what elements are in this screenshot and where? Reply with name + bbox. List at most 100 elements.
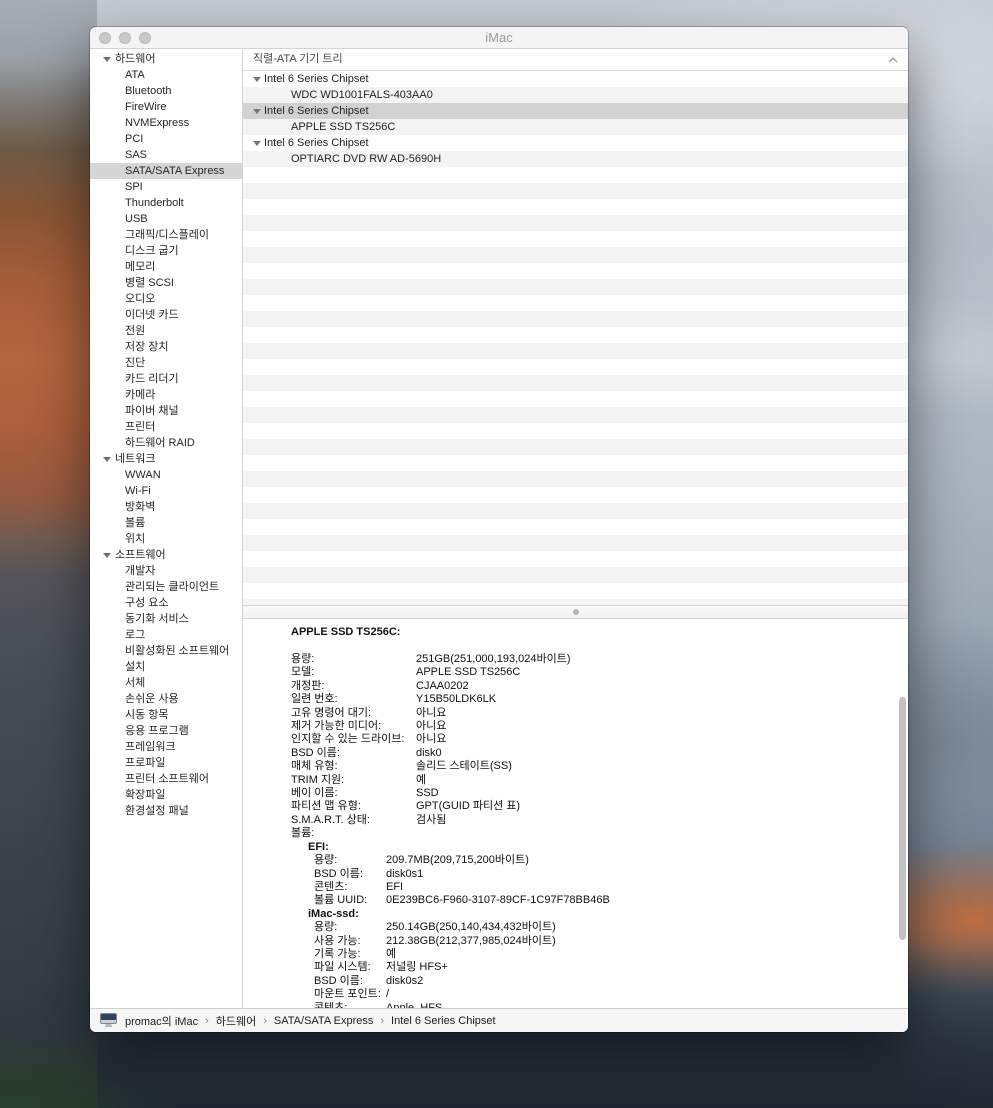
detail-label: BSD 이름: <box>314 868 386 881</box>
sidebar-item[interactable]: 카드 리더기 <box>90 371 242 387</box>
window-title: iMac <box>90 27 908 48</box>
tree-row[interactable]: APPLE SSD TS256C <box>243 119 908 135</box>
sidebar-item[interactable]: Thunderbolt <box>90 195 242 211</box>
detail-label: BSD 이름: <box>314 975 386 988</box>
sidebar-item[interactable]: SAS <box>90 147 242 163</box>
detail-row: 콘텐츠:Apple_HFS <box>314 1002 888 1008</box>
detail-row: S.M.A.R.T. 상태:검사됨 <box>291 814 888 827</box>
titlebar[interactable]: iMac <box>90 27 908 49</box>
tree-row[interactable]: OPTIARC DVD RW AD-5690H <box>243 151 908 167</box>
tree-row[interactable]: Intel 6 Series Chipset <box>243 71 908 87</box>
sidebar-item[interactable]: 프레임워크 <box>90 739 242 755</box>
sidebar-item[interactable]: 로그 <box>90 627 242 643</box>
detail-label: 모델: <box>291 666 416 679</box>
scrollbar-thumb[interactable] <box>899 697 906 940</box>
tree-row-label: OPTIARC DVD RW AD-5690H <box>291 151 441 167</box>
sidebar-item[interactable]: USB <box>90 211 242 227</box>
sidebar-item[interactable]: 동기화 서비스 <box>90 611 242 627</box>
detail-value: disk0 <box>416 747 442 760</box>
sidebar-item[interactable]: 오디오 <box>90 291 242 307</box>
sidebar-item[interactable]: 방화벽 <box>90 499 242 515</box>
imac-icon <box>100 1013 117 1028</box>
sidebar-item[interactable]: WWAN <box>90 467 242 483</box>
sidebar-item[interactable]: 시동 항목 <box>90 707 242 723</box>
sidebar-item[interactable]: FireWire <box>90 99 242 115</box>
detail-label: 매체 유형: <box>291 760 416 773</box>
sidebar-section-label: 소프트웨어 <box>115 547 166 563</box>
disclosure-triangle-icon <box>253 109 261 114</box>
sidebar-item[interactable]: 메모리 <box>90 259 242 275</box>
sidebar-item[interactable]: 관리되는 클라이언트 <box>90 579 242 595</box>
detail-lines: 용량:251GB(251,000,193,024바이트)모델:APPLE SSD… <box>291 653 888 1008</box>
sidebar-item[interactable]: 손쉬운 사용 <box>90 691 242 707</box>
detail-value: APPLE SSD TS256C <box>416 666 520 679</box>
tree-row[interactable]: Intel 6 Series Chipset <box>243 103 908 119</box>
sidebar-item[interactable]: Wi-Fi <box>90 483 242 499</box>
breadcrumb-separator: › <box>263 1015 267 1027</box>
sidebar-section-header[interactable]: 네트워크 <box>90 451 242 467</box>
sidebar-item[interactable]: 진단 <box>90 355 242 371</box>
breadcrumb-separator: › <box>205 1015 209 1027</box>
sidebar-item[interactable]: 구성 요소 <box>90 595 242 611</box>
sidebar-section-label: 네트워크 <box>115 451 155 467</box>
sidebar-item[interactable]: 카메라 <box>90 387 242 403</box>
sidebar-item[interactable]: 파이버 채널 <box>90 403 242 419</box>
sidebar-item[interactable]: SATA/SATA Express <box>90 163 242 179</box>
sidebar-item[interactable]: ATA <box>90 67 242 83</box>
sidebar-item[interactable]: 설치 <box>90 659 242 675</box>
sidebar-section-header[interactable]: 소프트웨어 <box>90 547 242 563</box>
sidebar-item[interactable]: 병렬 SCSI <box>90 275 242 291</box>
sidebar-item[interactable]: 하드웨어 RAID <box>90 435 242 451</box>
detail-label: iMac-ssd: <box>308 908 359 921</box>
sidebar-item[interactable]: NVMExpress <box>90 115 242 131</box>
detail-value: 250.14GB(250,140,434,432바이트) <box>386 921 556 934</box>
tree-column-header[interactable]: 직렬-ATA 기기 트리 <box>243 49 908 71</box>
sidebar-item[interactable]: 응용 프로그램 <box>90 723 242 739</box>
tree-row[interactable]: Intel 6 Series Chipset <box>243 135 908 151</box>
sidebar-item[interactable]: 볼륨 <box>90 515 242 531</box>
detail-value: disk0s1 <box>386 868 423 881</box>
breadcrumb-separator: › <box>380 1015 384 1027</box>
sidebar-section-header[interactable]: 하드웨어 <box>90 51 242 67</box>
tree-header-label: 직렬-ATA 기기 트리 <box>253 49 343 70</box>
detail-row: 용량:251GB(251,000,193,024바이트) <box>291 653 888 666</box>
sidebar-item[interactable]: 개발자 <box>90 563 242 579</box>
sidebar-item[interactable]: 이더넷 카드 <box>90 307 242 323</box>
sidebar-item[interactable]: 비활성화된 소프트웨어 <box>90 643 242 659</box>
splitter[interactable] <box>243 605 908 619</box>
detail-label: TRIM 지원: <box>291 774 416 787</box>
disclosure-triangle-icon <box>103 57 111 62</box>
detail-value: 솔리드 스테이트(SS) <box>416 760 512 773</box>
sidebar-item[interactable]: 그래픽/디스플레이 <box>90 227 242 243</box>
sidebar-item[interactable]: 확장파일 <box>90 787 242 803</box>
breadcrumb-segment: Intel 6 Series Chipset <box>391 1015 496 1027</box>
sidebar-item[interactable]: 디스크 굽기 <box>90 243 242 259</box>
wallpaper-trees <box>0 1048 420 1108</box>
sidebar-item[interactable]: PCI <box>90 131 242 147</box>
tree-row-label: Intel 6 Series Chipset <box>264 103 369 119</box>
sidebar-item[interactable]: 위치 <box>90 531 242 547</box>
splitter-handle-icon <box>573 609 579 615</box>
detail-label: 개정판: <box>291 680 416 693</box>
tree-row-label: APPLE SSD TS256C <box>291 119 395 135</box>
sidebar-item[interactable]: 프린터 <box>90 419 242 435</box>
detail-row: 볼륨: <box>291 827 888 840</box>
detail-label: 인지할 수 있는 드라이브: <box>291 733 416 746</box>
sidebar-item[interactable]: 서체 <box>90 675 242 691</box>
detail-row: 베이 이름:SSD <box>291 787 888 800</box>
detail-value: 아니요 <box>416 720 446 733</box>
detail-value: Y15B50LDK6LK <box>416 693 496 706</box>
sidebar-item[interactable]: Bluetooth <box>90 83 242 99</box>
detail-value: Apple_HFS <box>386 1002 442 1008</box>
sidebar-item[interactable]: 프로파일 <box>90 755 242 771</box>
detail-value: 예 <box>386 948 396 961</box>
sidebar-item[interactable]: SPI <box>90 179 242 195</box>
sidebar-item[interactable]: 프린터 소프트웨어 <box>90 771 242 787</box>
disclosure-triangle-icon <box>103 553 111 558</box>
detail-row: 고유 명령어 대기:아니요 <box>291 707 888 720</box>
tree-row[interactable]: WDC WD1001FALS-403AA0 <box>243 87 908 103</box>
sidebar-item[interactable]: 저장 장치 <box>90 339 242 355</box>
sidebar-item[interactable]: 환경설정 패널 <box>90 803 242 819</box>
sidebar-item[interactable]: 전원 <box>90 323 242 339</box>
detail-row: 제거 가능한 미디어:아니요 <box>291 720 888 733</box>
